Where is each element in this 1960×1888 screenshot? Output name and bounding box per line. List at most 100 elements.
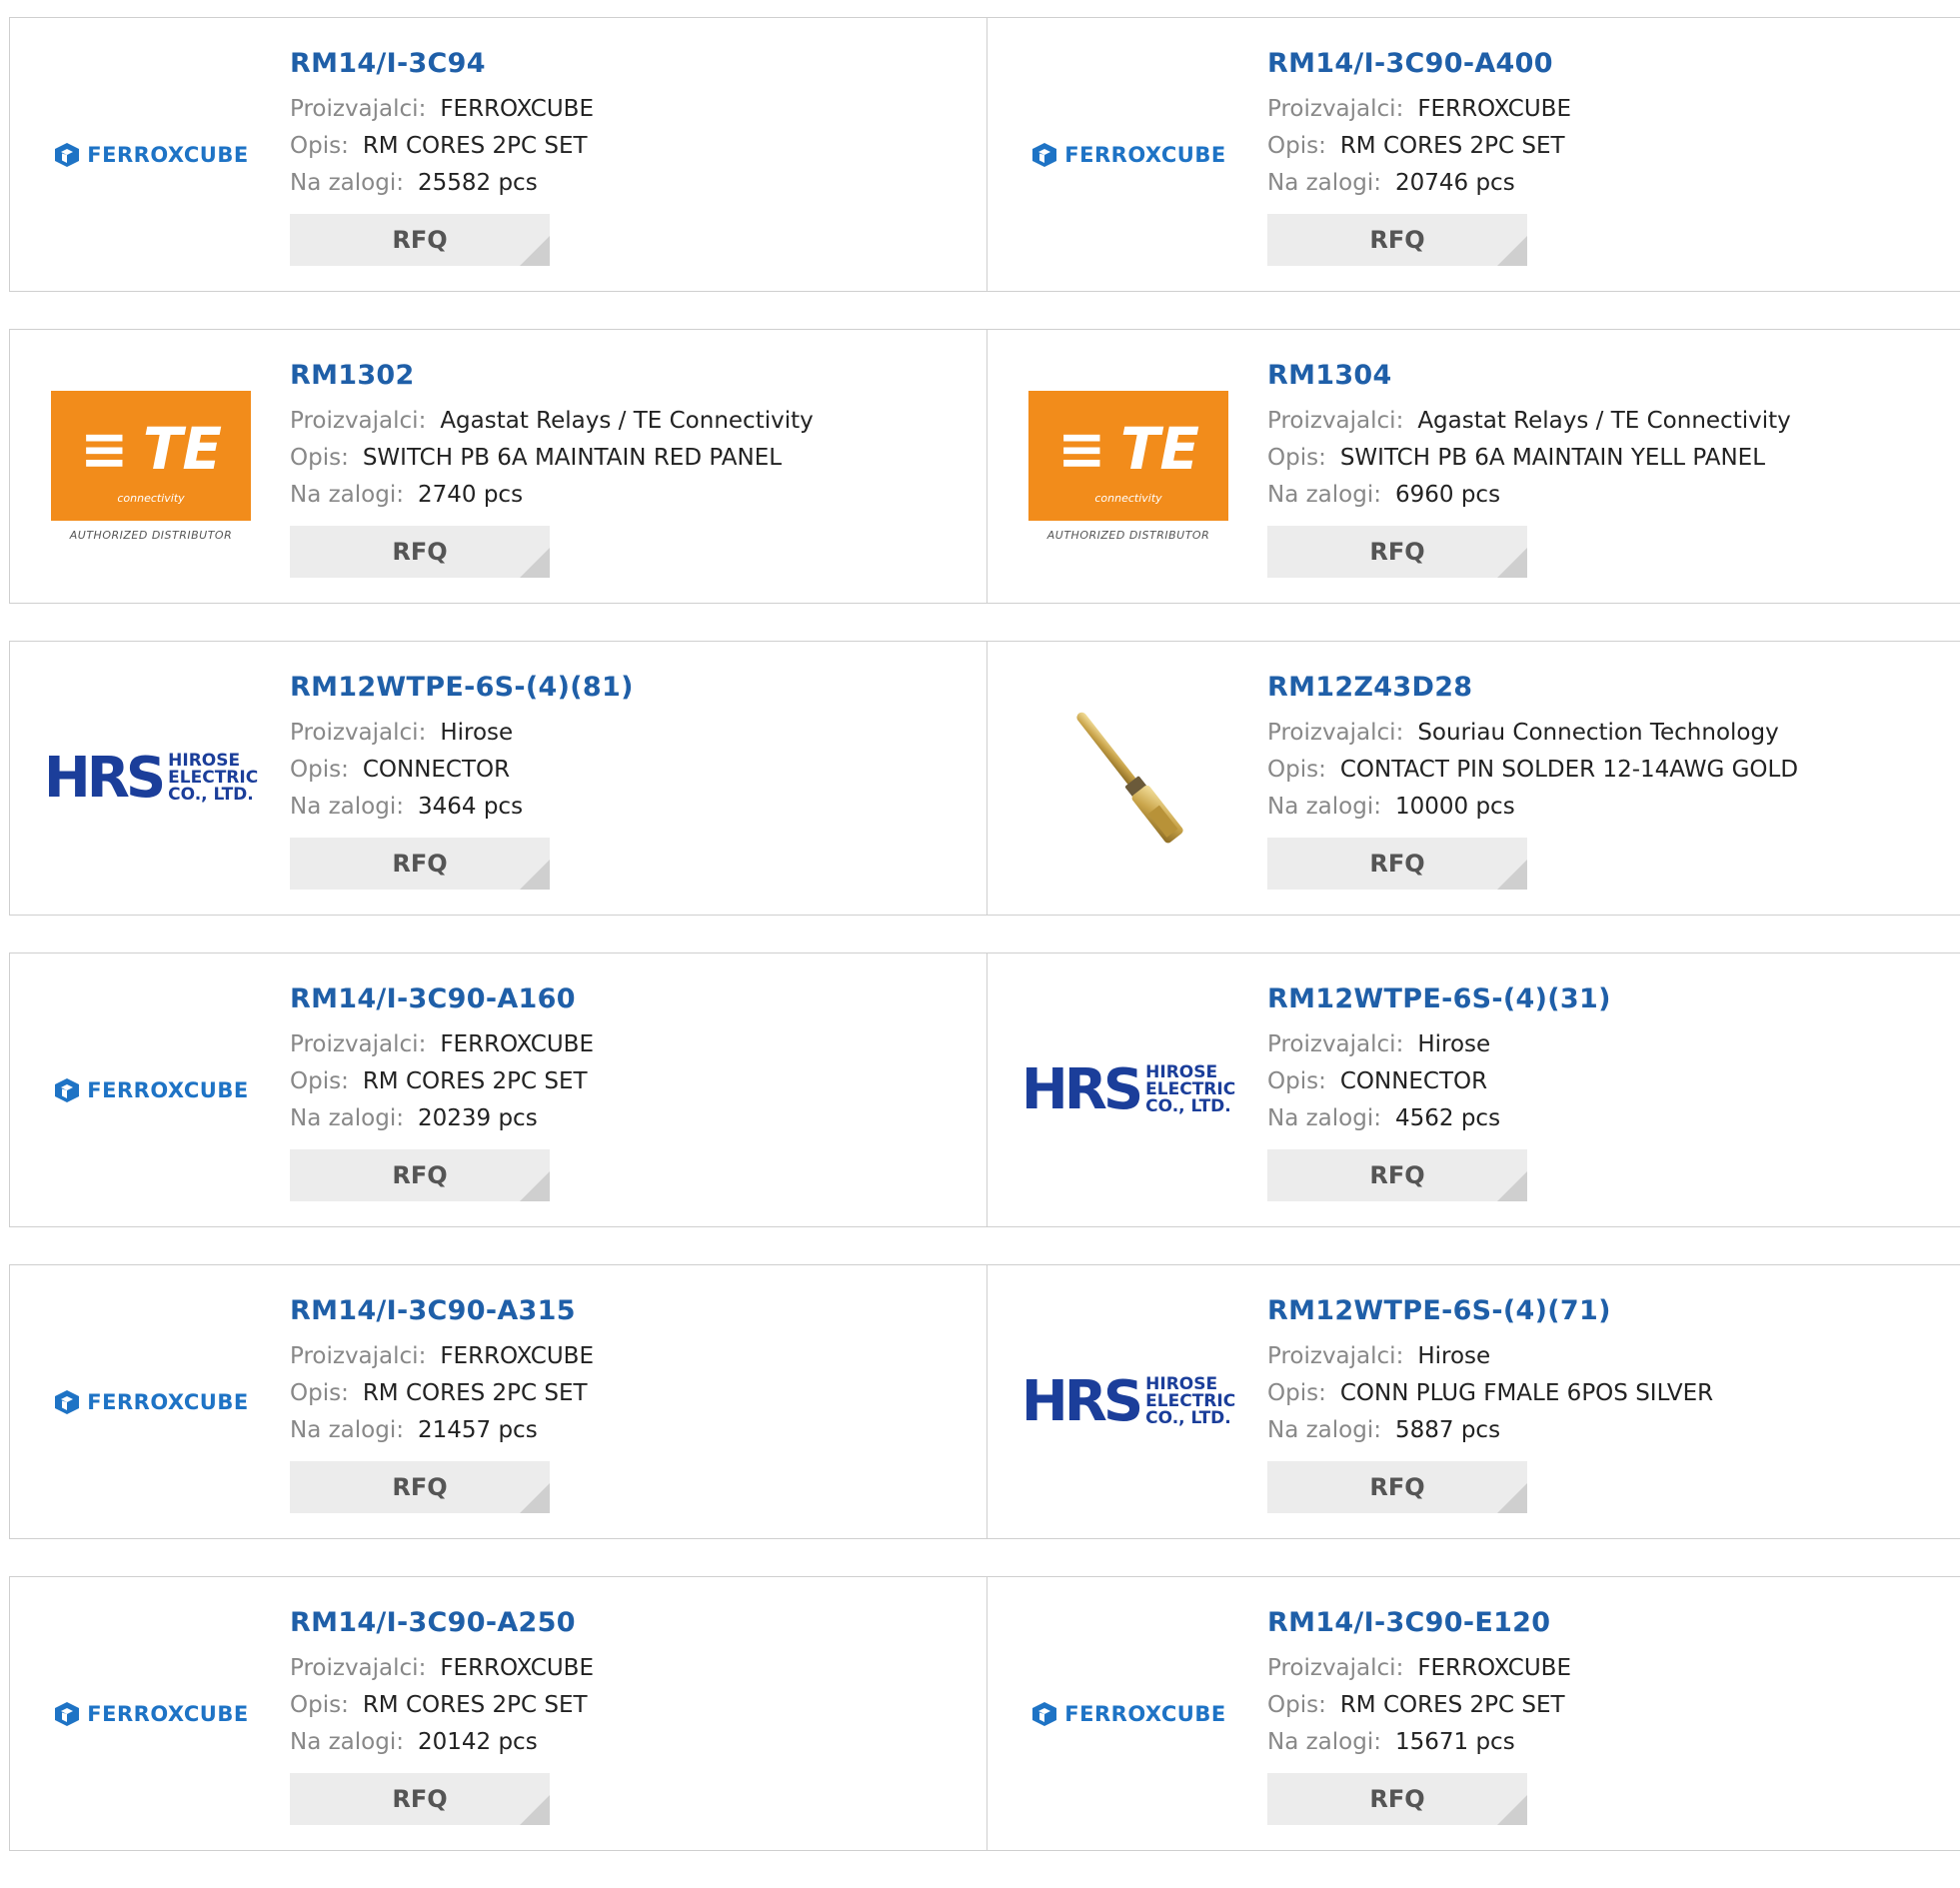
manufacturer-logo[interactable]: HRS HIROSE ELECTRIC CO., LTD. <box>44 678 258 880</box>
stock-label: Na zalogi: <box>1267 1417 1381 1443</box>
hirose-line-2: ELECTRIC <box>168 768 259 788</box>
product-card: FERROXCUBE RM14/I-3C90-A160 Proizvajalci… <box>9 952 987 1227</box>
manufacturer-logo[interactable]: HRS HIROSE ELECTRIC CO., LTD. <box>1021 1301 1235 1503</box>
description-label: Opis: <box>290 1380 349 1406</box>
manufacturer-label: Proizvajalci: <box>290 96 427 122</box>
manufacturer-line: Proizvajalci: Souriau Connection Technolo… <box>1267 715 1798 752</box>
contact-pin-image <box>1076 712 1183 843</box>
manufacturer-logo[interactable]: FERROXCUBE <box>1027 1613 1229 1815</box>
manufacturer-logo[interactable]: ≡ TE connectivity AUTHORIZED DISTRIBUTOR <box>50 366 252 568</box>
rfq-label: RFQ <box>1369 226 1425 254</box>
manufacturer-label: Proizvajalci: <box>1267 1343 1404 1369</box>
manufacturer-logo[interactable]: FERROXCUBE <box>50 54 252 256</box>
description-label: Opis: <box>290 1068 349 1094</box>
stock-line: Na zalogi: 5887 pcs <box>1267 1412 1713 1449</box>
product-card: FERROXCUBE RM14/I-3C90-A400 Proizvajalci… <box>986 17 1960 292</box>
hirose-logo: HRS HIROSE ELECTRIC CO., LTD. <box>1021 1369 1235 1434</box>
product-card: HRS HIROSE ELECTRIC CO., LTD. RM12WTPE-6… <box>986 1264 1960 1539</box>
rfq-button[interactable]: RFQ <box>1267 1149 1527 1201</box>
hrs-wordmark: HRS <box>43 746 166 811</box>
manufacturer-logo[interactable]: FERROXCUBE <box>50 989 252 1191</box>
part-number-link[interactable]: RM1304 <box>1267 360 1791 391</box>
product-row: FERROXCUBE RM14/I-3C90-A250 Proizvajalci… <box>9 1576 1960 1851</box>
description-label: Opis: <box>290 757 349 783</box>
description-line: Opis: RM CORES 2PC SET <box>290 1375 594 1412</box>
rfq-label: RFQ <box>392 1161 448 1189</box>
hirose-line-1: HIROSE <box>1145 1374 1218 1394</box>
rfq-label: RFQ <box>1369 538 1425 566</box>
description-line: Opis: RM CORES 2PC SET <box>290 1063 594 1100</box>
manufacturer-logo[interactable] <box>1027 678 1229 880</box>
stock-label: Na zalogi: <box>290 170 404 196</box>
ferroxcube-cube-icon <box>55 1389 80 1414</box>
manufacturer-label: Proizvajalci: <box>290 720 427 746</box>
stock-value: 2740 pcs <box>417 482 524 508</box>
ferroxcube-logo: FERROXCUBE <box>53 1388 248 1416</box>
part-number-link[interactable]: RM12WTPE-6S-(4)(31) <box>1267 983 1611 1014</box>
manufacturer-logo[interactable]: ≡ TE connectivity AUTHORIZED DISTRIBUTOR <box>1027 366 1229 568</box>
rfq-button[interactable]: RFQ <box>290 526 550 578</box>
description-label: Opis: <box>290 133 349 159</box>
manufacturer-logo[interactable]: FERROXCUBE <box>50 1613 252 1815</box>
manufacturer-logo[interactable]: FERROXCUBE <box>1027 54 1229 256</box>
manufacturer-value: Hirose <box>1417 1343 1491 1369</box>
part-number-link[interactable]: RM14/I-3C90-E120 <box>1267 1607 1571 1638</box>
manufacturer-logo[interactable]: HRS HIROSE ELECTRIC CO., LTD. <box>1021 989 1235 1191</box>
rfq-button[interactable]: RFQ <box>290 214 550 266</box>
part-number-link[interactable]: RM12WTPE-6S-(4)(71) <box>1267 1295 1713 1326</box>
hirose-line-3: CO., LTD. <box>1145 1408 1231 1428</box>
manufacturer-logo[interactable]: FERROXCUBE <box>50 1301 252 1503</box>
rfq-button[interactable]: RFQ <box>290 1461 550 1513</box>
rfq-label: RFQ <box>1369 1785 1425 1813</box>
manufacturer-value: Hirose <box>1417 1031 1491 1057</box>
rfq-button[interactable]: RFQ <box>1267 214 1527 266</box>
manufacturer-line: Proizvajalci: Agastat Relays / TE Connect… <box>290 403 814 440</box>
manufacturer-label: Proizvajalci: <box>290 408 427 434</box>
manufacturer-value: Agastat Relays / TE Connectivity <box>440 408 814 434</box>
description-label: Opis: <box>1267 1380 1326 1406</box>
rfq-button[interactable]: RFQ <box>1267 1461 1527 1513</box>
manufacturer-line: Proizvajalci: Hirose <box>290 715 634 752</box>
stock-label: Na zalogi: <box>290 1417 404 1443</box>
description-value: RM CORES 2PC SET <box>362 133 588 159</box>
rfq-button[interactable]: RFQ <box>290 838 550 890</box>
manufacturer-value: FERROXCUBE <box>1417 1655 1571 1681</box>
ferroxcube-logo: FERROXCUBE <box>53 1076 248 1104</box>
rfq-label: RFQ <box>392 538 448 566</box>
part-number-link[interactable]: RM12WTPE-6S-(4)(81) <box>290 672 634 703</box>
hirose-line-2: ELECTRIC <box>1145 1079 1236 1099</box>
description-label: Opis: <box>1267 1068 1326 1094</box>
ferroxcube-wordmark: FERROXCUBE <box>87 1701 249 1726</box>
description-label: Opis: <box>1267 133 1326 159</box>
hirose-line-3: CO., LTD. <box>168 785 254 805</box>
rfq-button[interactable]: RFQ <box>1267 1773 1527 1825</box>
description-value: CONTACT PIN SOLDER 12-14AWG GOLD <box>1339 757 1799 783</box>
manufacturer-label: Proizvajalci: <box>290 1343 427 1369</box>
description-label: Opis: <box>290 445 349 471</box>
rfq-button[interactable]: RFQ <box>1267 526 1527 578</box>
description-value: RM CORES 2PC SET <box>362 1068 588 1094</box>
part-number-link[interactable]: RM14/I-3C90-A315 <box>290 1295 594 1326</box>
rfq-button[interactable]: RFQ <box>1267 838 1527 890</box>
ferroxcube-logo: FERROXCUBE <box>1030 1700 1225 1728</box>
description-label: Opis: <box>1267 757 1326 783</box>
part-number-link[interactable]: RM14/I-3C94 <box>290 48 594 79</box>
manufacturer-value: Agastat Relays / TE Connectivity <box>1417 408 1791 434</box>
rfq-button[interactable]: RFQ <box>290 1149 550 1201</box>
corner-triangle-icon <box>520 236 550 266</box>
part-number-link[interactable]: RM14/I-3C90-A250 <box>290 1607 594 1638</box>
part-number-link[interactable]: RM14/I-3C90-A160 <box>290 983 594 1014</box>
product-row: FERROXCUBE RM14/I-3C90-A160 Proizvajalci… <box>9 952 1960 1227</box>
hirose-text-block: HIROSE ELECTRIC CO., LTD. <box>1145 1064 1235 1115</box>
product-card: ≡ TE connectivity AUTHORIZED DISTRIBUTOR… <box>9 329 987 604</box>
stock-value: 5887 pcs <box>1394 1417 1501 1443</box>
part-number-link[interactable]: RM12Z43D28 <box>1267 672 1798 703</box>
te-connectivity-logo: ≡ TE connectivity AUTHORIZED DISTRIBUTOR <box>1028 391 1228 542</box>
rfq-button[interactable]: RFQ <box>290 1773 550 1825</box>
hirose-line-3: CO., LTD. <box>1145 1096 1231 1116</box>
part-number-link[interactable]: RM14/I-3C90-A400 <box>1267 48 1571 79</box>
hrs-wordmark: HRS <box>1020 1369 1143 1434</box>
stock-value: 25582 pcs <box>417 170 538 196</box>
product-info: RM14/I-3C90-A315 Proizvajalci: FERROXCUBE… <box>290 1295 594 1513</box>
part-number-link[interactable]: RM1302 <box>290 360 814 391</box>
